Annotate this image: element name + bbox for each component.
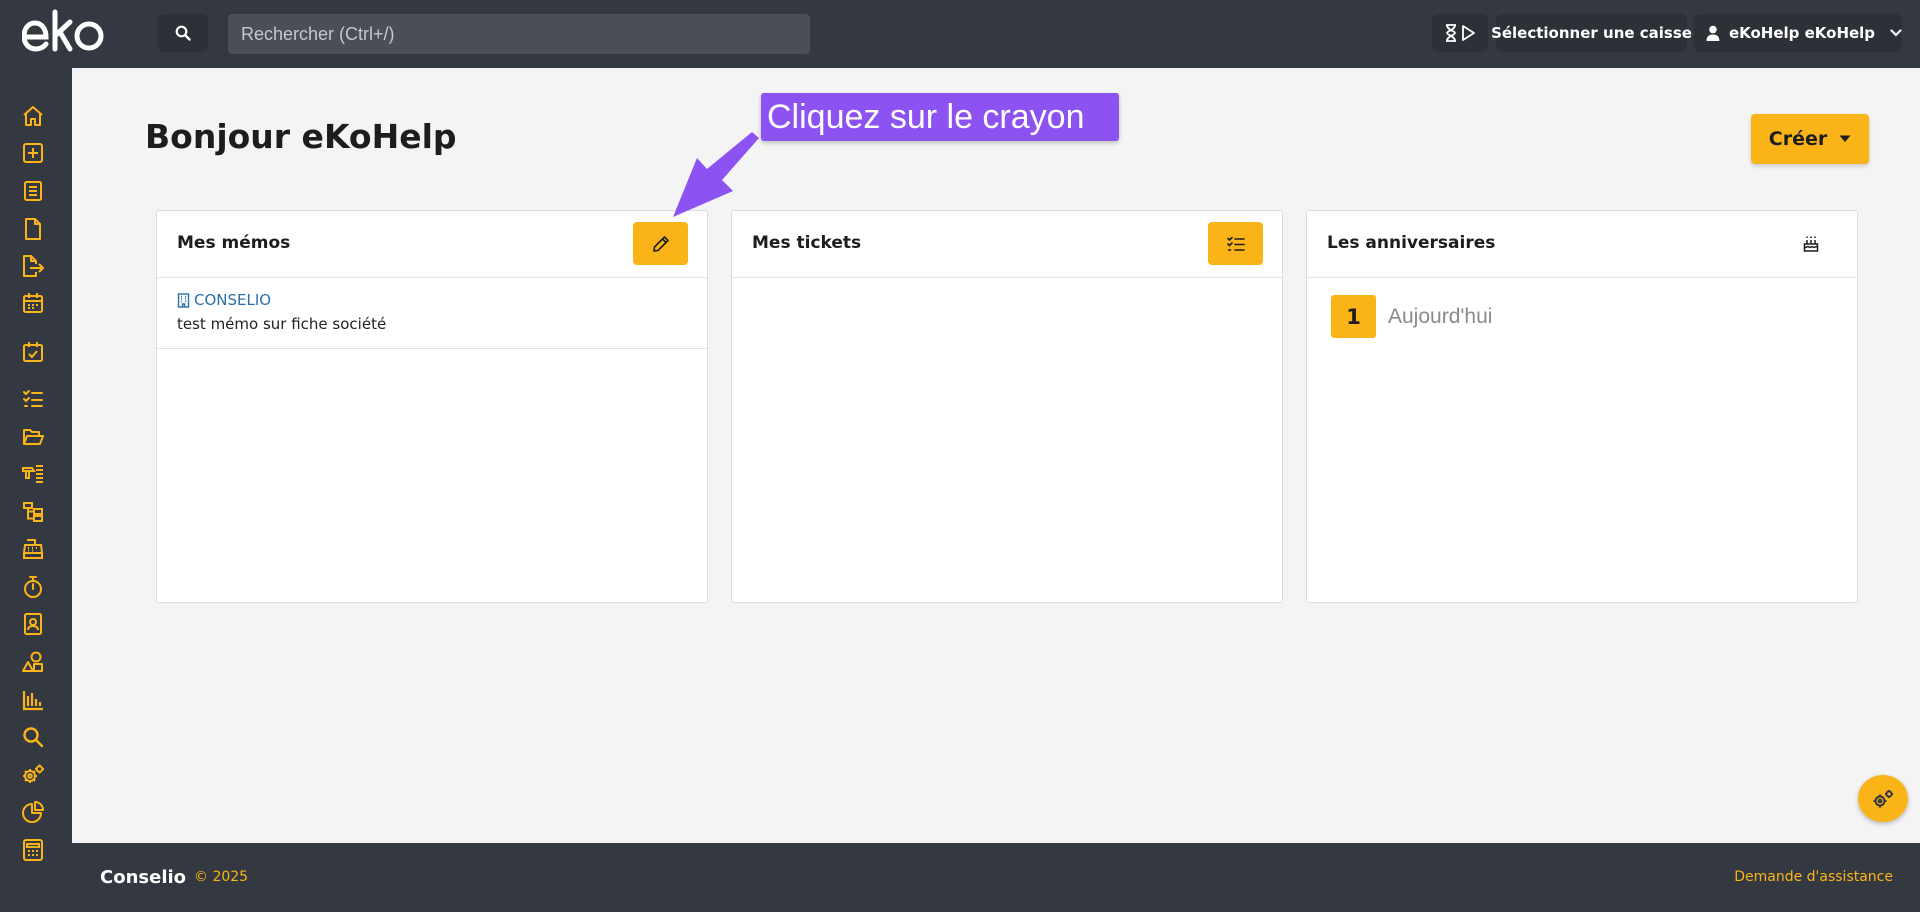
search-button[interactable] bbox=[158, 14, 208, 52]
stopwatch-icon bbox=[24, 576, 42, 598]
hierarchy-icon bbox=[23, 502, 43, 522]
pie-chart-icon bbox=[22, 801, 44, 823]
sidebar-item-calculator[interactable] bbox=[20, 837, 46, 863]
tools-list-icon bbox=[22, 465, 43, 483]
birthday-button[interactable] bbox=[1783, 222, 1838, 265]
sidebar-item-tasks[interactable] bbox=[20, 386, 46, 412]
edit-memos-button[interactable] bbox=[633, 222, 688, 265]
list-document-icon bbox=[24, 181, 42, 201]
sidebar-item-cash-register[interactable] bbox=[20, 536, 46, 562]
sidebar-item-settings[interactable] bbox=[20, 762, 46, 788]
sidebar-item-create[interactable] bbox=[20, 140, 46, 166]
file-icon bbox=[25, 218, 41, 240]
calculator-icon bbox=[23, 839, 43, 861]
shapes-icon bbox=[22, 651, 43, 672]
sidebar-item-shapes[interactable] bbox=[20, 649, 46, 675]
task-list-icon bbox=[23, 390, 43, 407]
sidebar-item-hierarchy[interactable] bbox=[20, 499, 46, 525]
sidebar-item-reports[interactable] bbox=[20, 799, 46, 825]
tickets-card-header: Mes tickets bbox=[732, 211, 1282, 278]
sidebar-item-calendar[interactable] bbox=[20, 290, 46, 316]
tickets-list-button[interactable] bbox=[1208, 222, 1263, 265]
memo-company-link[interactable]: CONSELIO bbox=[177, 291, 687, 309]
sidebar-item-search[interactable] bbox=[20, 724, 46, 750]
user-name: eKoHelp eKoHelp bbox=[1728, 24, 1876, 42]
sidebar-item-folders[interactable] bbox=[20, 424, 46, 450]
memo-company-name: CONSELIO bbox=[194, 291, 272, 309]
sidebar bbox=[0, 68, 72, 912]
page-title: Bonjour eKoHelp bbox=[145, 117, 457, 156]
home-icon bbox=[23, 106, 43, 126]
user-icon bbox=[1706, 25, 1720, 41]
sidebar-item-tools[interactable] bbox=[20, 461, 46, 487]
play-icon bbox=[1462, 25, 1475, 41]
anniversary-today-row[interactable]: 1 Aujourd'hui bbox=[1331, 295, 1492, 338]
file-export-icon bbox=[23, 255, 44, 277]
timer-button[interactable] bbox=[1432, 14, 1488, 52]
sidebar-item-contacts[interactable] bbox=[20, 611, 46, 637]
footer-brand: Conselio bbox=[100, 867, 187, 888]
memos-card: Mes mémos CONSELIO test mémo sur fiche s… bbox=[156, 210, 708, 603]
top-bar: Sélectionner une caisse eKoHelp eKoHelp bbox=[0, 0, 1920, 68]
anniversary-count-badge: 1 bbox=[1331, 295, 1376, 338]
floating-settings-button[interactable] bbox=[1858, 775, 1908, 822]
checklist-icon bbox=[1226, 236, 1245, 251]
tickets-card-title: Mes tickets bbox=[752, 233, 862, 253]
calendar-icon bbox=[23, 293, 43, 313]
sidebar-item-statistics[interactable] bbox=[20, 687, 46, 713]
sidebar-item-file-export[interactable] bbox=[20, 253, 46, 279]
chevron-down-icon bbox=[1890, 29, 1902, 37]
memos-card-title: Mes mémos bbox=[177, 233, 291, 253]
building-icon bbox=[177, 292, 190, 308]
anniversary-today-label: Aujourd'hui bbox=[1388, 304, 1493, 328]
caret-down-icon bbox=[1839, 135, 1851, 142]
footer-copyright: © 2025 bbox=[194, 869, 249, 885]
search-icon bbox=[175, 25, 191, 41]
birthday-cake-icon bbox=[1803, 236, 1818, 252]
tutorial-callout: Cliquez sur le crayon bbox=[761, 93, 1119, 141]
gears-icon bbox=[1873, 789, 1893, 807]
hourglass-icon bbox=[1446, 24, 1456, 42]
add-square-icon bbox=[23, 143, 43, 163]
search-icon bbox=[23, 727, 44, 748]
bar-chart-icon bbox=[22, 691, 43, 711]
search-input[interactable] bbox=[228, 14, 810, 54]
memos-card-header: Mes mémos bbox=[157, 211, 707, 278]
eko-logo[interactable] bbox=[22, 8, 110, 54]
anniversaries-card: Les anniversaires 1 Aujourd'hui bbox=[1306, 210, 1858, 603]
memo-text: test mémo sur fiche société bbox=[177, 315, 387, 333]
tickets-card: Mes tickets bbox=[731, 210, 1283, 603]
sidebar-item-documents-list[interactable] bbox=[20, 178, 46, 204]
gears-icon bbox=[23, 764, 44, 783]
sidebar-item-file[interactable] bbox=[20, 216, 46, 242]
sidebar-item-calendar-check[interactable] bbox=[20, 339, 46, 365]
list-item[interactable]: CONSELIO test mémo sur fiche société bbox=[157, 278, 707, 349]
sidebar-item-home[interactable] bbox=[20, 103, 46, 129]
cash-register-icon bbox=[22, 539, 44, 559]
folder-open-icon bbox=[23, 429, 44, 445]
select-cash-register-button[interactable]: Sélectionner une caisse bbox=[1491, 14, 1692, 52]
tutorial-arrow-icon bbox=[673, 132, 759, 217]
sidebar-item-timer[interactable] bbox=[20, 574, 46, 600]
user-menu-button[interactable]: eKoHelp eKoHelp bbox=[1694, 14, 1902, 52]
create-button-label: Créer bbox=[1768, 128, 1828, 150]
create-button[interactable]: Créer bbox=[1751, 114, 1869, 164]
anniversaries-card-title: Les anniversaires bbox=[1327, 233, 1496, 253]
anniversaries-card-header: Les anniversaires bbox=[1307, 211, 1857, 278]
calendar-check-icon bbox=[23, 342, 43, 362]
footer: Conselio © 2025 Demande d'assistance bbox=[72, 843, 1920, 912]
support-request-link[interactable]: Demande d'assistance bbox=[1734, 869, 1893, 885]
pencil-icon bbox=[652, 235, 669, 252]
contact-card-icon bbox=[24, 613, 42, 635]
